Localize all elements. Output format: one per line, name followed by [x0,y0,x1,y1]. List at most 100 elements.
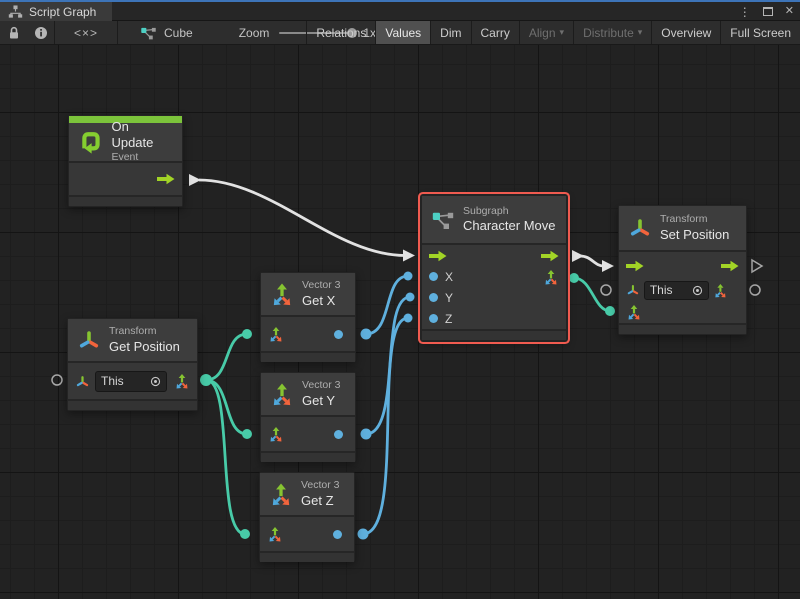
node-category: Transform [660,213,729,227]
wire-gety-to-charactermove-y[interactable] [366,297,410,434]
float-output-port[interactable] [333,530,342,539]
carry-button[interactable]: Carry [471,21,519,44]
this-field[interactable]: This [644,281,709,300]
tab-script-graph[interactable]: Script Graph [0,2,112,21]
lock-icon [8,26,20,40]
gety-input-port[interactable] [242,429,252,439]
z-input-port[interactable] [429,314,438,323]
object-picker-icon[interactable] [150,376,161,387]
charactermove-vector-output-port[interactable] [569,273,579,283]
getz-input-port[interactable] [240,529,250,539]
subgraph-icon [140,26,157,40]
zoom-label: Zoom [239,26,270,40]
node-get-x[interactable]: Vector 3 Get X [260,272,356,362]
edit-source-button[interactable]: <×> [55,21,117,44]
graph-toolbar: <×> Cube Zoom 1x Relations Values Dim Ca… [0,21,800,45]
flow-input-arrow-icon[interactable] [626,260,644,272]
vector3-input-icon[interactable] [267,526,283,542]
transform-icon [628,216,652,240]
node-title: Character Move [463,218,555,234]
port-label-y: Y [445,291,453,305]
dim-button[interactable]: Dim [430,21,470,44]
node-category: Transform [109,325,180,339]
node-title: Get Position [109,339,180,355]
flow-output-arrow-icon[interactable] [157,173,175,185]
flow-output-arrow-icon[interactable] [541,250,559,262]
port-label-z: Z [445,312,452,326]
node-title: Set Position [660,227,729,243]
code-icon: <×> [74,26,98,40]
graph-target[interactable]: Cube [118,21,201,44]
y-input-port[interactable] [429,293,438,302]
flow-wire-start-arrow [189,174,201,186]
gety-output-port[interactable] [361,429,372,440]
subgraph-icon [431,210,455,230]
transform-port-icon[interactable] [75,374,90,389]
node-set-position[interactable]: Transform Set Position This [618,205,747,335]
full-screen-button[interactable]: Full Screen [720,21,800,44]
values-button[interactable]: Values [375,21,430,44]
node-character-move[interactable]: Subgraph Character Move X Y Z [421,195,567,341]
float-output-port[interactable] [334,330,343,339]
float-output-port[interactable] [334,430,343,439]
vector3-output-icon[interactable] [543,269,559,285]
wire-charactermove-to-setposition[interactable] [580,256,604,266]
info-icon [34,26,48,40]
wire-getposition-to-getz[interactable] [206,380,245,534]
close-icon[interactable]: ✕ [785,6,794,17]
wire-getz-to-charactermove-z[interactable] [363,318,408,534]
getposition-output-port[interactable] [200,374,212,386]
wire-charactermove-to-setposition-vector[interactable] [574,278,610,311]
getz-output-port[interactable] [358,529,369,540]
setposition-flow-out-port-empty[interactable] [752,260,762,272]
wire-getx-to-charactermove-x[interactable] [366,276,408,334]
vector3-input-icon[interactable] [626,304,642,320]
getx-input-port[interactable] [242,329,252,339]
flow-output-arrow-icon[interactable] [721,260,739,272]
vector3-output-icon[interactable] [174,373,190,389]
lock-button[interactable] [0,21,27,44]
flow-wire-end-arrow [403,250,415,262]
node-get-position[interactable]: Transform Get Position This [67,318,198,411]
info-button[interactable] [27,21,54,44]
vector3-input-icon[interactable] [268,426,284,442]
node-footer [68,399,197,410]
wire-onupdate-to-charactermove[interactable] [199,180,405,256]
overview-button[interactable]: Overview [651,21,720,44]
chevron-down-icon: ▾ [560,27,565,38]
setposition-this-port-empty[interactable] [601,285,611,295]
vector3-icon [270,382,294,406]
vector3-output-icon[interactable] [713,283,728,298]
x-input-port[interactable] [429,272,438,281]
charactermove-x-port[interactable] [404,272,413,281]
node-title: On Update [111,119,173,152]
maximize-icon[interactable] [763,7,773,16]
window-menu-icon[interactable]: ⋮ [739,6,751,18]
wire-getposition-to-gety[interactable] [206,380,247,434]
object-picker-icon[interactable] [692,285,703,296]
flow-wire-end-arrow [602,260,614,272]
setposition-value-out-port-empty[interactable] [750,285,760,295]
relations-button[interactable]: Relations [306,21,375,44]
setposition-vector-input-port[interactable] [605,306,615,316]
node-get-y[interactable]: Vector 3 Get Y [260,372,356,462]
getposition-this-port-empty[interactable] [52,375,62,385]
node-on-update[interactable]: On Update Event [68,115,183,207]
node-footer [260,551,354,562]
flow-input-arrow-icon[interactable] [429,250,447,262]
getx-output-port[interactable] [361,329,372,340]
node-category: Vector 3 [302,279,341,293]
graph-canvas[interactable]: On Update Event Transform Get Position T… [0,45,800,599]
node-footer [261,451,355,462]
charactermove-z-port[interactable] [404,314,413,323]
wire-getposition-to-getx[interactable] [206,334,247,380]
charactermove-y-port[interactable] [406,293,415,302]
transform-port-icon[interactable] [626,283,640,297]
this-field[interactable]: This [95,371,167,392]
node-get-z[interactable]: Vector 3 Get Z [259,472,355,562]
node-title: Get Z [301,493,340,509]
node-footer [261,351,355,362]
distribute-button[interactable]: Distribute▾ [573,21,651,44]
align-button[interactable]: Align▾ [519,21,573,44]
vector3-input-icon[interactable] [268,326,284,342]
